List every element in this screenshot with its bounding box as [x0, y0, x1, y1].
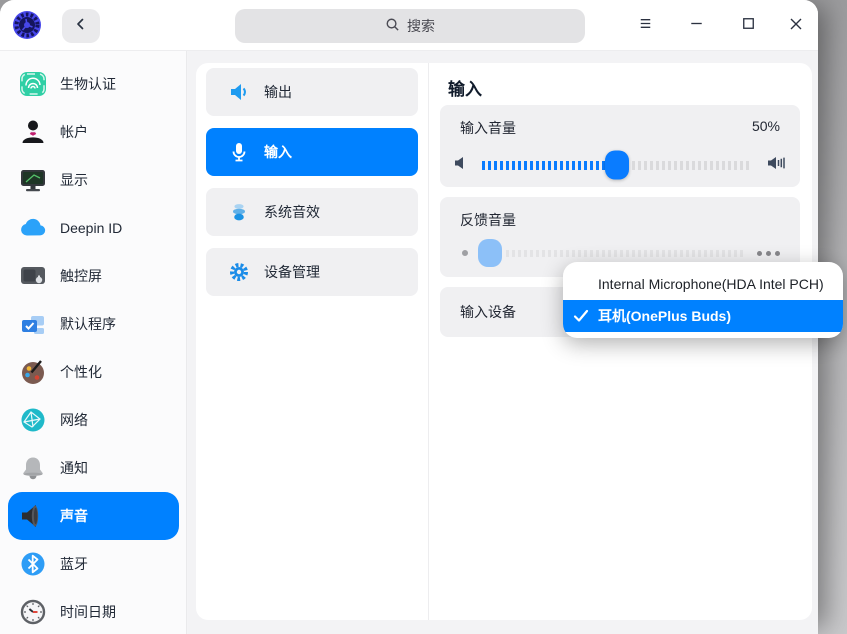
user-icon: [18, 117, 48, 147]
sidebar-item-label: 个性化: [60, 364, 102, 380]
minimize-icon: [687, 14, 706, 38]
sidebar-item-sound[interactable]: 声音: [8, 492, 179, 540]
page-title: 输入: [448, 80, 482, 99]
tab-label: 系统音效: [264, 204, 320, 220]
sidebar-item-label: 通知: [60, 460, 88, 476]
input-volume-track[interactable]: [482, 150, 751, 180]
sidebar-item-label: 显示: [60, 172, 88, 188]
tab-label: 输入: [264, 144, 292, 160]
input-volume-value: 50%: [751, 118, 780, 134]
search-icon: [385, 17, 400, 35]
sidebar-item-label: 时间日期: [60, 604, 116, 620]
close-button[interactable]: [782, 12, 810, 40]
sidebar-item-label: 默认程序: [60, 316, 116, 332]
sidebar-item-network[interactable]: 网络: [8, 396, 179, 444]
feedback-volume-thumb[interactable]: [478, 239, 502, 267]
feedback-volume-label: 反馈音量: [460, 212, 516, 228]
sidebar: 生物认证 帐户 显示 Deepin ID 触控屏 默认程序 个性化 网络 通知 …: [0, 51, 187, 634]
volume-high-icon: [767, 156, 786, 175]
bluetooth-icon: [18, 549, 48, 579]
sidebar-item-personalization[interactable]: 个性化: [8, 348, 179, 396]
menu-button[interactable]: [631, 12, 659, 40]
sidebar-item-bluetooth[interactable]: 蓝牙: [8, 540, 179, 588]
sidebar-item-display[interactable]: 显示: [8, 156, 179, 204]
sidebar-item-deepin-id[interactable]: Deepin ID: [8, 204, 179, 252]
speaker-output-icon: [228, 81, 250, 103]
search-input[interactable]: 搜索: [235, 9, 585, 43]
sidebar-item-label: 蓝牙: [60, 556, 88, 572]
device-option-headphones[interactable]: 耳机(OnePlus Buds): [563, 300, 843, 332]
slider-min-dot: [462, 250, 468, 256]
feedback-volume-track[interactable]: [506, 249, 743, 257]
cloud-icon: [18, 213, 48, 243]
volume-low-icon: [454, 156, 466, 175]
sidebar-item-label: 声音: [60, 508, 88, 524]
tab-output[interactable]: 输出: [206, 68, 418, 116]
device-option-label: Internal Microphone(HDA Intel PCH): [598, 276, 824, 292]
menu-icon: [636, 14, 655, 38]
network-icon: [18, 405, 48, 435]
input-volume-label: 输入音量: [460, 120, 516, 136]
touchscreen-icon: [18, 261, 48, 291]
input-volume-thumb[interactable]: [604, 150, 629, 180]
input-volume-fill: [482, 160, 617, 170]
content-panel: 输出 输入 系统音效 设备管理 输入 输入音量 50% 反馈音量 输入设备: [196, 63, 812, 620]
system-sound-icon: [228, 201, 250, 223]
input-device-label: 输入设备: [460, 304, 516, 320]
sidebar-item-label: 网络: [60, 412, 88, 428]
search-placeholder: 搜索: [407, 18, 435, 34]
gear-icon: [228, 261, 250, 283]
panel-divider: [428, 63, 429, 620]
input-volume-slider: [454, 149, 786, 181]
titlebar: 搜索: [0, 0, 818, 51]
sidebar-item-touchscreen[interactable]: 触控屏: [8, 252, 179, 300]
app-logo-icon: [12, 10, 42, 40]
maximize-icon: [739, 14, 758, 38]
speaker-icon: [18, 501, 48, 531]
tab-system-sound[interactable]: 系统音效: [206, 188, 418, 236]
tab-input[interactable]: 输入: [206, 128, 418, 176]
sidebar-item-accounts[interactable]: 帐户: [8, 108, 179, 156]
tab-label: 输出: [264, 84, 292, 100]
input-device-popup: Internal Microphone(HDA Intel PCH) 耳机(On…: [563, 262, 843, 338]
sidebar-item-notifications[interactable]: 通知: [8, 444, 179, 492]
clock-icon: [18, 597, 48, 627]
tab-label: 设备管理: [264, 264, 320, 280]
microphone-icon: [228, 141, 250, 163]
close-icon: [786, 14, 806, 39]
back-button[interactable]: [62, 9, 100, 43]
ellipsis-icon[interactable]: [757, 250, 780, 256]
bell-icon: [18, 453, 48, 483]
device-option-internal-mic[interactable]: Internal Microphone(HDA Intel PCH): [563, 268, 843, 300]
personalization-icon: [18, 357, 48, 387]
check-icon: [573, 309, 589, 323]
input-volume-card: 输入音量 50%: [440, 105, 800, 187]
back-icon: [73, 16, 89, 37]
device-option-label: 耳机(OnePlus Buds): [598, 308, 732, 324]
fingerprint-icon: [18, 69, 48, 99]
default-apps-icon: [18, 309, 48, 339]
sidebar-item-biometric[interactable]: 生物认证: [8, 60, 179, 108]
sidebar-item-label: Deepin ID: [60, 220, 123, 236]
minimize-button[interactable]: [682, 12, 710, 40]
sidebar-item-label: 触控屏: [60, 268, 102, 284]
tab-device-management[interactable]: 设备管理: [206, 248, 418, 296]
sidebar-item-label: 生物认证: [60, 76, 116, 92]
maximize-button[interactable]: [734, 12, 762, 40]
sidebar-item-default-apps[interactable]: 默认程序: [8, 300, 179, 348]
display-icon: [18, 165, 48, 195]
sidebar-item-datetime[interactable]: 时间日期: [8, 588, 179, 634]
sidebar-item-label: 帐户: [60, 124, 88, 140]
